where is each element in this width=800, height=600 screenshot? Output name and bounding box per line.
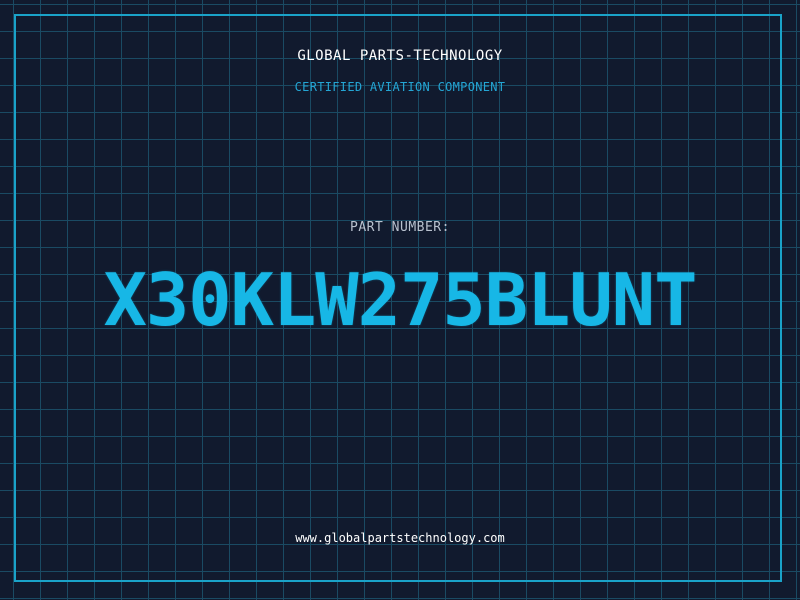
certification-subtitle: CERTIFIED AVIATION COMPONENT [294,80,506,94]
part-number-label: PART NUMBER: [350,220,450,235]
part-number-value: X30KLW275BLUNT [103,258,698,342]
company-name: GLOBAL PARTS-TECHNOLOGY [297,48,503,64]
website-url: www.globalpartstechnology.com [295,531,505,545]
